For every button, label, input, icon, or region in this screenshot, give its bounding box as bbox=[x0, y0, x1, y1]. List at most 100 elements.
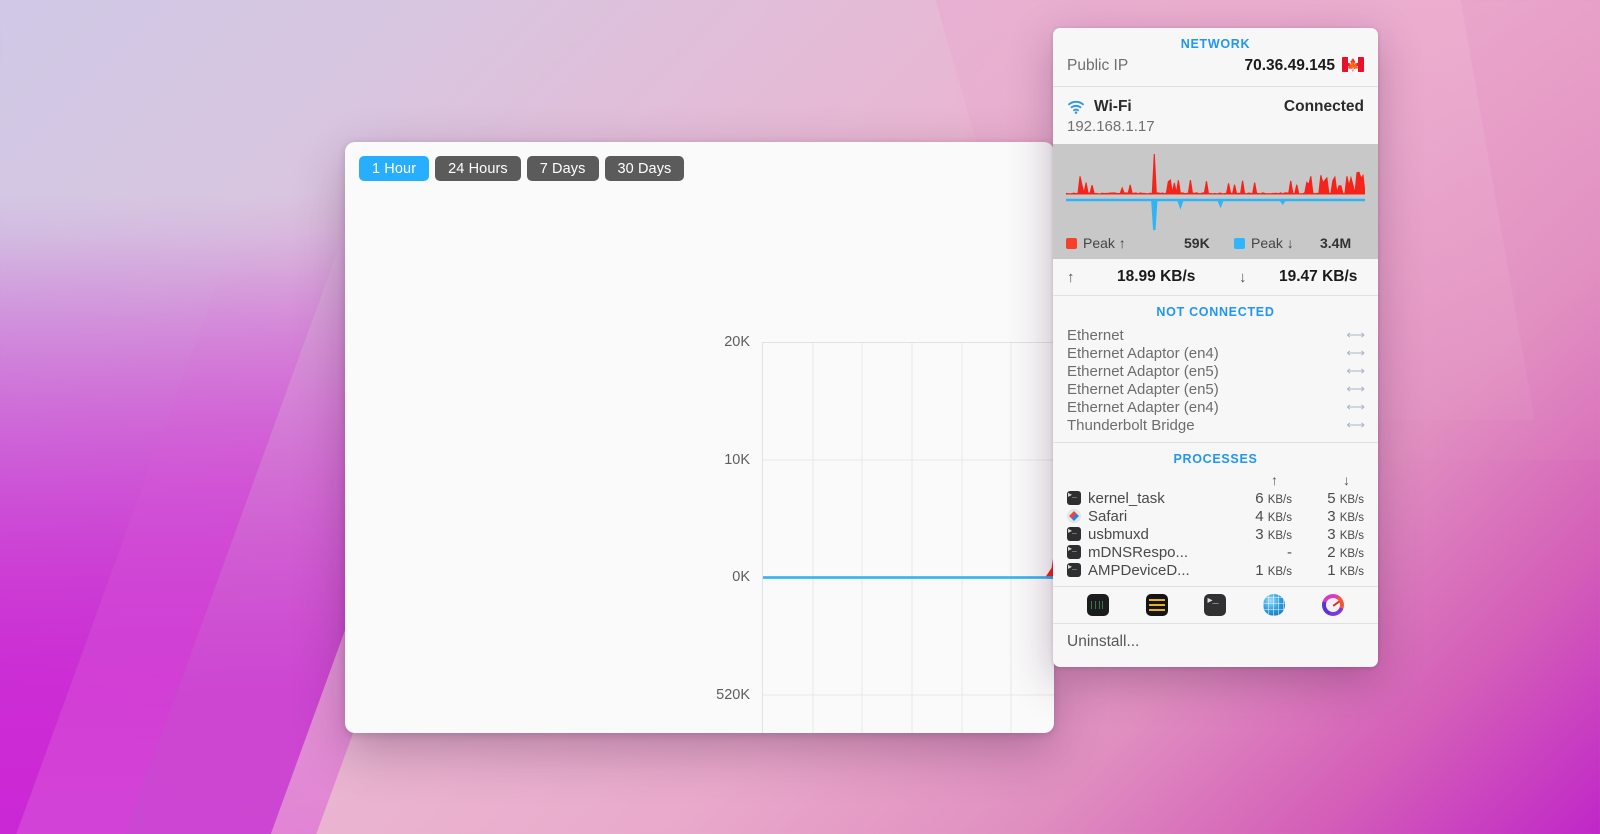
terminal-icon bbox=[1067, 544, 1081, 559]
traffic-chart-svg bbox=[763, 343, 1054, 733]
activity-monitor-icon[interactable] bbox=[1087, 594, 1110, 616]
rate-down-value: 19.47 KB/s bbox=[1279, 268, 1358, 285]
rate-up-arrow: ↑ bbox=[1067, 268, 1075, 286]
time-range-tabs: 1 Hour 24 Hours 7 Days 30 Days bbox=[345, 142, 1054, 181]
left-right-arrow-icon: ⟷ bbox=[1346, 381, 1365, 396]
safari-icon bbox=[1067, 509, 1081, 523]
wifi-label: Wi-Fi bbox=[1094, 98, 1132, 115]
y-axis-labels: 20K10K0K520K1M bbox=[345, 334, 750, 733]
public-ip-value: 70.36.49.145 bbox=[1244, 57, 1335, 74]
peak-down-group: Peak ↓ bbox=[1234, 235, 1320, 251]
y-axis-tick: 20K bbox=[724, 334, 750, 350]
y-axis-tick: 0K bbox=[732, 569, 750, 585]
not-connected-item[interactable]: Ethernet Adapter (en4) ⟷ bbox=[1053, 398, 1378, 416]
local-ip-address: 192.168.1.17 bbox=[1067, 118, 1155, 135]
peak-up-label: Peak ↑ bbox=[1083, 235, 1126, 251]
wifi-status: Connected bbox=[1283, 98, 1364, 115]
y-axis-tick: 10K bbox=[724, 451, 750, 468]
network-globe-icon[interactable] bbox=[1263, 594, 1286, 616]
uninstall-button[interactable]: Uninstall... bbox=[1053, 624, 1378, 661]
process-download-rate: 2 KB/s bbox=[1327, 543, 1364, 561]
wallpaper-band bbox=[0, 234, 344, 834]
speedtest-gauge-icon[interactable] bbox=[1321, 594, 1344, 616]
process-download-rate: 5 KB/s bbox=[1327, 489, 1364, 507]
process-download-rate: 3 KB/s bbox=[1327, 507, 1364, 525]
not-connected-item-label: Ethernet Adaptor (en5) bbox=[1067, 362, 1219, 380]
app-dock bbox=[1053, 587, 1378, 623]
left-right-arrow-icon: ⟷ bbox=[1346, 345, 1365, 360]
download-color-swatch bbox=[1234, 237, 1245, 249]
process-row[interactable]: usbmuxd 3 KB/s 3 KB/s bbox=[1053, 525, 1378, 543]
process-name: kernel_task bbox=[1088, 489, 1165, 507]
processes-list: kernel_task6 KB/s5 KB/sSafari4 KB/s3 KB/… bbox=[1053, 489, 1378, 579]
not-connected-item[interactable]: Ethernet Adaptor (en4) ⟷ bbox=[1053, 344, 1378, 362]
not-connected-item[interactable]: Thunderbolt Bridge ⟷ bbox=[1053, 416, 1378, 434]
canada-flag-icon: 🍁 bbox=[1342, 57, 1364, 72]
peak-down-value: 3.4M bbox=[1320, 235, 1352, 251]
process-download-rate: 1 KB/s bbox=[1327, 561, 1364, 579]
process-row[interactable]: kernel_task 6 KB/s 5 KB/s bbox=[1053, 489, 1378, 507]
process-name: usbmuxd bbox=[1088, 525, 1149, 543]
not-connected-item[interactable]: Ethernet ⟷ bbox=[1053, 326, 1378, 344]
tab-7-days[interactable]: 7 Days bbox=[526, 156, 599, 181]
process-name-group: mDNSRespo... bbox=[1067, 544, 1226, 561]
not-connected-item-label: Ethernet bbox=[1067, 326, 1124, 344]
peak-up-value: 59K bbox=[1184, 235, 1210, 251]
terminal-icon bbox=[1067, 490, 1081, 505]
process-name: mDNSRespo... bbox=[1088, 543, 1189, 561]
public-ip-row: Public IP 70.36.49.145 🍁 bbox=[1053, 57, 1378, 86]
not-connected-item[interactable]: Ethernet Adaptor (en5) ⟷ bbox=[1053, 362, 1378, 380]
process-name-group: kernel_task bbox=[1067, 490, 1226, 507]
current-rates-row: ↑ 18.99 KB/s ↓ 19.47 KB/s bbox=[1053, 259, 1378, 295]
public-ip-label: Public IP bbox=[1067, 57, 1129, 74]
chart-plot-area: 20K10K0K520K1M 10:5811:0311:0811:1311:18… bbox=[345, 188, 1054, 733]
chart-canvas bbox=[762, 342, 1054, 733]
left-right-arrow-icon: ⟷ bbox=[1346, 417, 1365, 432]
process-row[interactable]: AMPDeviceD... 1 KB/s 1 KB/s bbox=[1053, 561, 1378, 579]
processes-header-row: ↑ ↓ bbox=[1053, 472, 1378, 489]
terminal-icon bbox=[1067, 526, 1081, 541]
process-row[interactable]: Safari 4 KB/s 3 KB/s bbox=[1053, 507, 1378, 525]
not-connected-item-label: Ethernet Adaptor (en4) bbox=[1067, 344, 1219, 362]
process-upload-rate: - bbox=[1287, 543, 1292, 561]
tab-1-hour[interactable]: 1 Hour bbox=[359, 156, 430, 181]
rate-down-arrow: ↓ bbox=[1239, 268, 1247, 286]
not-connected-item[interactable]: Ethernet Adapter (en5) ⟷ bbox=[1053, 380, 1378, 398]
left-right-arrow-icon: ⟷ bbox=[1346, 399, 1365, 414]
peak-up-group: Peak ↑ bbox=[1066, 235, 1184, 251]
process-download-rate: 3 KB/s bbox=[1327, 525, 1364, 543]
system-monitor-icon[interactable] bbox=[1145, 594, 1168, 616]
not-connected-section-title: NOT CONNECTED bbox=[1156, 305, 1275, 319]
col-header-down: ↓ bbox=[1343, 472, 1350, 488]
peak-legend-row: Peak ↑ 59K Peak ↓ 3.4M bbox=[1053, 232, 1378, 259]
not-connected-item-label: Ethernet Adapter (en4) bbox=[1067, 398, 1219, 416]
terminal-icon[interactable] bbox=[1204, 594, 1227, 616]
upload-color-swatch bbox=[1066, 237, 1077, 249]
process-name-group: usbmuxd bbox=[1067, 526, 1226, 543]
processes-section-title: PROCESSES bbox=[1173, 452, 1258, 466]
network-section-title: NETWORK bbox=[1180, 37, 1251, 51]
process-row[interactable]: mDNSRespo... - 2 KB/s bbox=[1053, 543, 1378, 561]
process-upload-rate: 4 KB/s bbox=[1255, 507, 1292, 525]
process-name-group: AMPDeviceD... bbox=[1067, 562, 1226, 579]
rate-up-value: 18.99 KB/s bbox=[1117, 268, 1196, 285]
public-ip-value-group: 70.36.49.145 🍁 bbox=[1244, 57, 1364, 75]
sparkline-container bbox=[1053, 144, 1378, 232]
left-right-arrow-icon: ⟷ bbox=[1346, 327, 1365, 342]
tab-30-days[interactable]: 30 Days bbox=[604, 156, 685, 181]
network-menu-panel: NETWORK Public IP 70.36.49.145 🍁 Wi-Fi Co… bbox=[1053, 28, 1378, 667]
wifi-row[interactable]: Wi-Fi Connected bbox=[1053, 87, 1378, 116]
network-sparkline-block: Peak ↑ 59K Peak ↓ 3.4M bbox=[1053, 144, 1378, 259]
wifi-left-group: Wi-Fi bbox=[1067, 98, 1132, 116]
wifi-icon bbox=[1067, 100, 1085, 114]
terminal-icon bbox=[1067, 562, 1081, 577]
tab-24-hours[interactable]: 24 Hours bbox=[435, 156, 521, 181]
network-history-window: 1 Hour 24 Hours 7 Days 30 Days 20K 10K 0K 5… bbox=[345, 142, 1054, 733]
network-sparkline bbox=[1066, 153, 1365, 231]
col-header-up: ↑ bbox=[1271, 472, 1278, 488]
process-name-group: Safari bbox=[1067, 508, 1226, 525]
not-connected-item-label: Thunderbolt Bridge bbox=[1067, 416, 1195, 434]
not-connected-list: Ethernet ⟷ Ethernet Adaptor (en4) ⟷ Ethernet… bbox=[1053, 325, 1378, 442]
process-upload-rate: 3 KB/s bbox=[1255, 525, 1292, 543]
peak-down-label: Peak ↓ bbox=[1251, 235, 1294, 251]
